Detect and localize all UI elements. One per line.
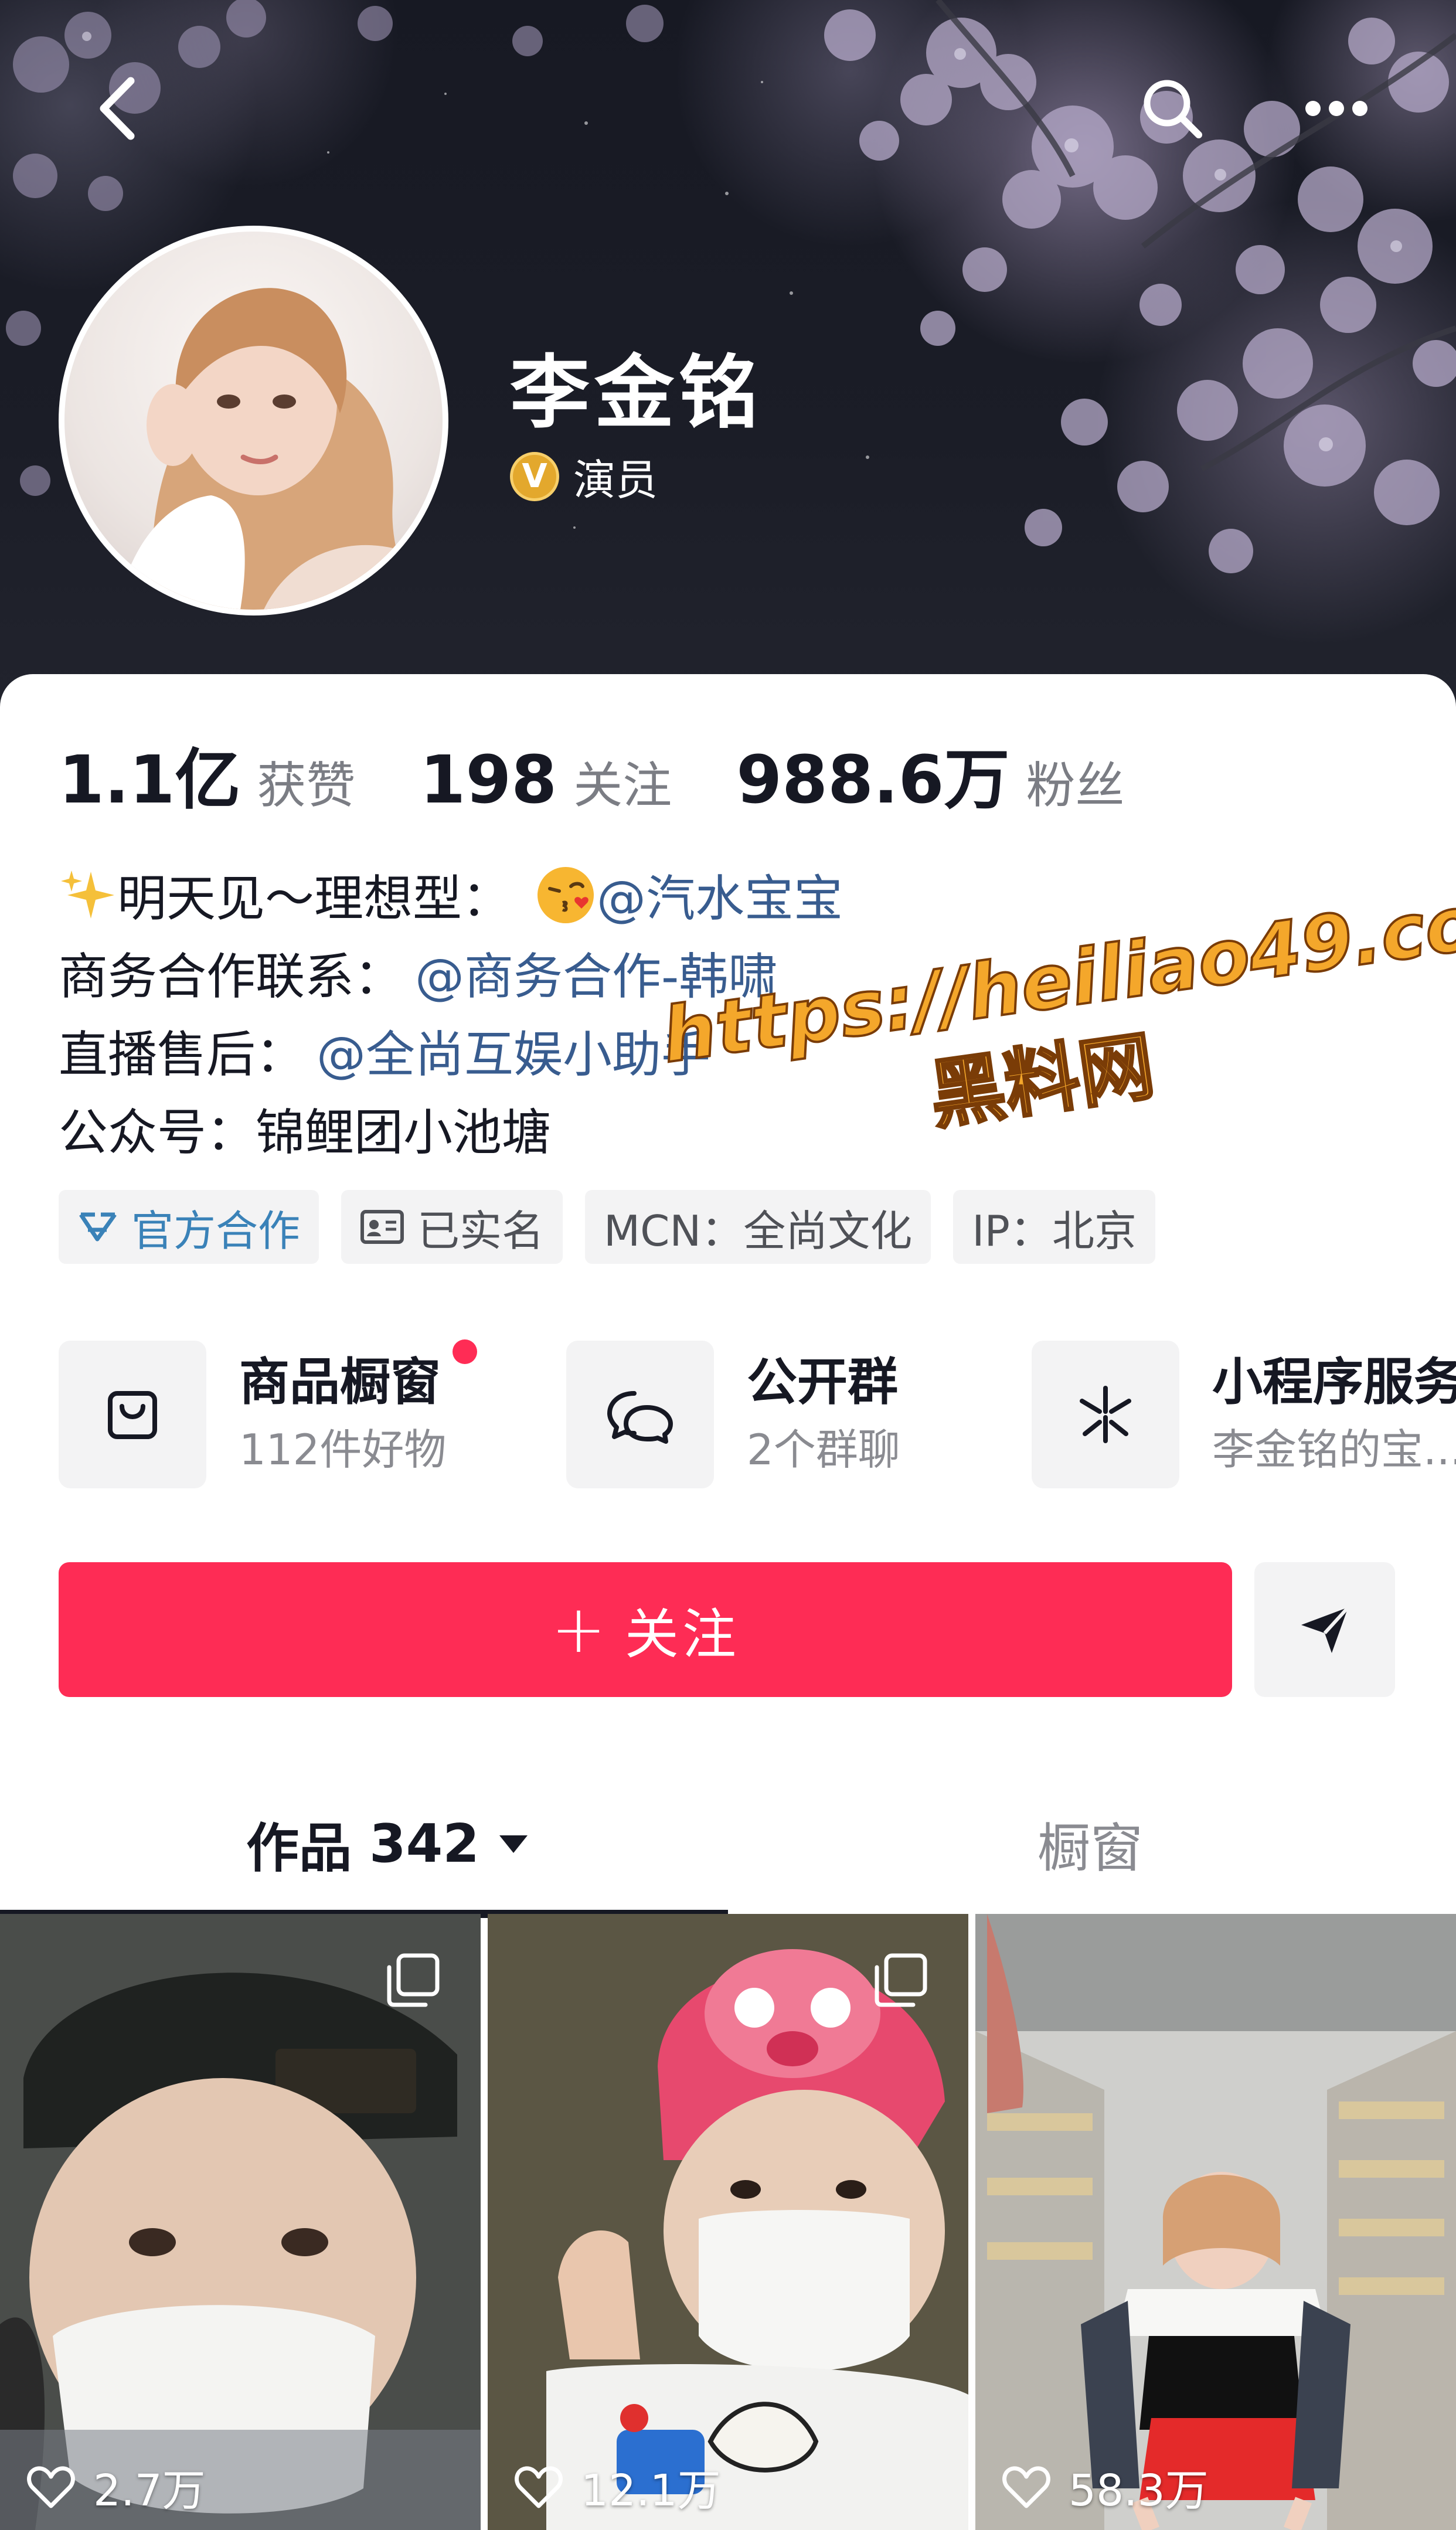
tag-ip-label: IP：北京 — [972, 1206, 1137, 1256]
heart-icon — [515, 2466, 563, 2508]
like-row: 12.1万 — [514, 2456, 721, 2518]
avatar-photo — [117, 288, 428, 610]
bio-line-3-text: 直播售后： — [59, 1026, 305, 1083]
kiss-emoji-icon — [535, 864, 597, 926]
service-shop-text: 商品橱窗 112件好物 — [239, 1347, 446, 1482]
service-mini-text: 小程序服务 李金铭的宝... — [1212, 1347, 1456, 1482]
search-button[interactable] — [1131, 67, 1213, 149]
like-count: 12.1万 — [581, 2466, 721, 2516]
like-row: 2.7万 — [26, 2456, 206, 2518]
shopping-bag-icon — [108, 1390, 157, 1439]
send-arrow-icon — [1301, 1606, 1350, 1653]
content-tabs: 作品 342 橱窗 — [0, 1764, 1456, 1923]
video-grid: 2.7万 12.1万 58.3万 — [0, 1914, 1456, 2530]
bio-line-1: 明天见～理想型： @汽水宝宝 — [59, 856, 843, 934]
sparkles-icon — [59, 866, 117, 924]
tab-shop-label: 橱窗 — [1037, 1818, 1143, 1879]
tag-ip: IP：北京 — [953, 1190, 1155, 1264]
mention-live-assistant[interactable]: @全尚互娱小助手 — [317, 1015, 710, 1086]
tag-official-cooperation[interactable]: 官方合作 — [59, 1190, 319, 1264]
bio-line-4-text: 公众号：锦鲤团小池塘 — [59, 1104, 552, 1161]
like-row: 58.3万 — [1002, 2456, 1209, 2518]
service-group-subtitle: 2个群聊 — [747, 1424, 900, 1474]
caret-down-icon[interactable] — [497, 1832, 530, 1855]
service-group-title: 公开群 — [747, 1352, 898, 1412]
stats-row: 1.1亿 获赞 198 关注 988.6万 粉丝 — [59, 727, 1189, 822]
stat-followers-value: 988.6万 — [736, 742, 1010, 818]
like-count: 58.3万 — [1069, 2466, 1209, 2516]
search-icon — [1144, 80, 1202, 138]
more-dots-icon — [1305, 101, 1367, 116]
verified-label: 演员 — [573, 455, 658, 505]
bio-line-1-text: 明天见～理想型： — [117, 870, 512, 927]
chevron-left-icon — [100, 77, 135, 140]
mini-program-icon — [1080, 1385, 1131, 1443]
notification-dot — [453, 1339, 477, 1364]
verification-row: V 演员 — [510, 446, 658, 507]
verified-badge-letter: V — [522, 457, 547, 495]
like-count: 2.7万 — [93, 2466, 206, 2516]
service-shop-icon-box — [59, 1340, 206, 1488]
tags-row: 官方合作 已实名 MCN：全尚文化 IP：北京 — [59, 1190, 1178, 1264]
service-mini-program[interactable]: 小程序服务 李金铭的宝... — [1032, 1339, 1456, 1489]
id-card-icon — [360, 1209, 404, 1244]
multi-image-icon — [872, 1952, 928, 2011]
tag-mcn-label: MCN：全尚文化 — [604, 1206, 913, 1256]
service-group-text: 公开群 2个群聊 — [747, 1347, 900, 1482]
multi-image-icon — [385, 1952, 441, 2011]
stat-followers[interactable]: 988.6万 粉丝 — [736, 727, 1124, 822]
stat-following[interactable]: 198 关注 — [420, 742, 672, 818]
profile-name: 李金铭 — [510, 347, 763, 440]
tag-realname-label: 已实名 — [417, 1206, 545, 1256]
service-shop-title: 商品橱窗 — [239, 1352, 441, 1412]
heart-icon — [1002, 2466, 1050, 2508]
video-tile[interactable]: 2.7万 — [0, 1914, 481, 2530]
service-mini-icon-box — [1032, 1340, 1179, 1488]
share-button[interactable] — [1254, 1562, 1395, 1697]
services-row: 商品橱窗 112件好物 公开群 2个群聊 小程序服务 李金铭的宝... — [59, 1339, 1456, 1489]
stat-likes-value: 1.1亿 — [59, 742, 241, 818]
tag-realname[interactable]: 已实名 — [341, 1190, 563, 1264]
service-group-icon-box — [566, 1340, 714, 1488]
stat-likes[interactable]: 1.1亿 获赞 — [59, 727, 355, 822]
video-tile[interactable]: 58.3万 — [975, 1914, 1456, 2530]
video-tile[interactable]: 12.1万 — [488, 1914, 968, 2530]
service-mini-title: 小程序服务 — [1212, 1352, 1456, 1412]
official-cooperation-icon — [77, 1209, 118, 1245]
verified-badge-icon: V — [510, 451, 559, 501]
stat-followers-label: 粉丝 — [1026, 757, 1125, 814]
tab-works[interactable]: 作品 342 — [246, 1800, 530, 1888]
service-shop-window[interactable]: 商品橱窗 112件好物 — [59, 1339, 477, 1489]
more-button[interactable] — [1295, 67, 1377, 149]
avatar[interactable] — [59, 226, 448, 616]
back-button[interactable] — [76, 67, 158, 149]
bio-line-2-text: 商务合作联系： — [59, 948, 404, 1005]
tab-works-count: 342 — [369, 1813, 479, 1875]
service-public-group[interactable]: 公开群 2个群聊 — [566, 1339, 900, 1489]
chat-bubbles-icon — [607, 1390, 673, 1444]
service-shop-subtitle: 112件好物 — [239, 1424, 447, 1474]
video-thumbnail-3 — [975, 1914, 1456, 2530]
stat-likes-label: 获赞 — [257, 757, 356, 814]
tab-works-label: 作品 — [246, 1818, 352, 1879]
follow-label: 关注 — [624, 1603, 740, 1666]
mention-qishuibaobao[interactable]: @汽水宝宝 — [597, 859, 843, 930]
tag-official-label: 官方合作 — [131, 1206, 301, 1256]
service-mini-subtitle: 李金铭的宝... — [1212, 1424, 1456, 1474]
stat-following-label: 关注 — [573, 757, 672, 814]
tab-shop-window[interactable]: 橱窗 — [1037, 1800, 1143, 1888]
profile-page: 李金铭 V 演员 1.1亿 获赞 198 关注 988.6万 粉丝 明天见～理想… — [0, 0, 1456, 2530]
stat-following-value: 198 — [420, 742, 557, 818]
follow-button[interactable]: + 关注 — [59, 1562, 1232, 1697]
follow-plus-icon: + — [551, 1592, 610, 1668]
tag-mcn[interactable]: MCN：全尚文化 — [585, 1190, 931, 1264]
heart-icon — [27, 2466, 75, 2508]
